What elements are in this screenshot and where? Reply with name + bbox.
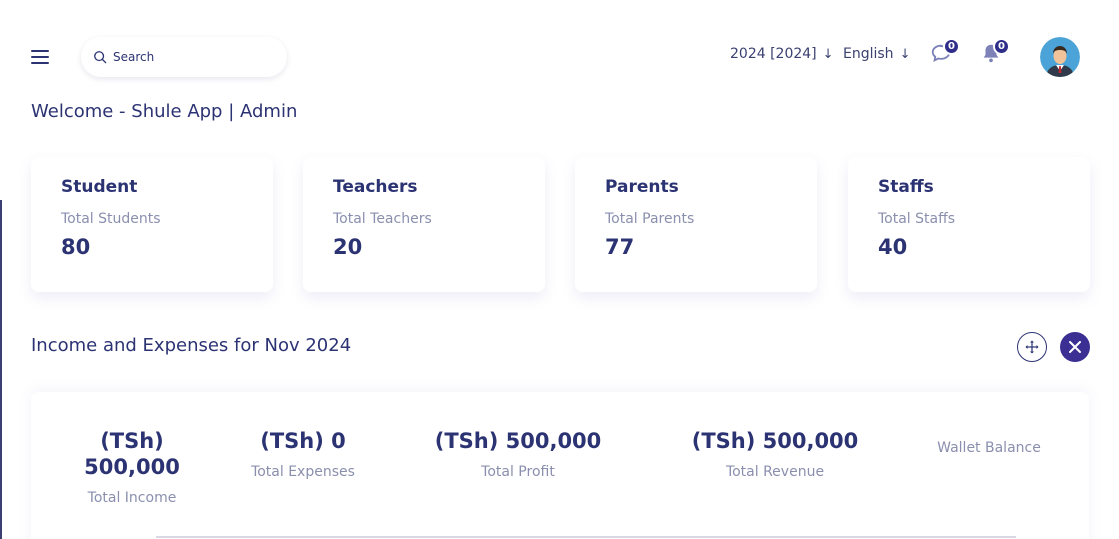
card-subtitle: Total Staffs — [878, 211, 956, 227]
notifications-button[interactable]: 0 — [980, 38, 1010, 66]
income-label: Total Income — [87, 490, 177, 506]
card-value: 77 — [605, 235, 635, 259]
expenses-label: Total Expenses — [251, 464, 355, 480]
messages-count-badge: 0 — [943, 38, 960, 55]
profit-stat: (TSh) 500,000 Total Profit — [428, 428, 608, 480]
revenue-stat: (TSh) 500,000 Total Revenue — [685, 428, 865, 480]
teachers-card: Teachers Total Teachers 20 — [303, 157, 545, 292]
close-icon — [1069, 341, 1081, 353]
card-title: Parents — [605, 177, 679, 197]
card-value: 40 — [878, 235, 908, 259]
section-title: Income and Expenses for Nov 2024 — [31, 335, 352, 356]
year-selector-label: 2024 [2024] — [730, 46, 817, 62]
card-title: Student — [61, 177, 138, 197]
arrow-down-icon: ↓ — [822, 46, 834, 62]
expenses-stat: (TSh) 0 Total Expenses — [233, 428, 373, 480]
profit-label: Total Profit — [481, 464, 555, 480]
wallet-stat: Wallet Balance — [919, 440, 1059, 456]
notifications-count-badge: 0 — [993, 38, 1010, 55]
search-icon — [94, 51, 107, 64]
move-button[interactable] — [1017, 332, 1047, 362]
card-subtitle: Total Parents — [605, 211, 695, 227]
year-selector[interactable]: 2024 [2024] ↓ — [730, 46, 834, 62]
language-selector-label: English — [843, 46, 894, 62]
income-stat: (TSh) 500,000 Total Income — [72, 428, 192, 506]
expenses-amount: (TSh) 0 — [260, 429, 346, 453]
card-title: Teachers — [333, 177, 418, 197]
messages-button[interactable]: 0 — [930, 38, 960, 66]
staffs-card: Staffs Total Staffs 40 — [848, 157, 1090, 292]
search-box[interactable] — [81, 37, 287, 77]
income-amount-line1: (TSh) — [100, 429, 164, 453]
hamburger-menu-icon[interactable] — [31, 50, 49, 65]
arrow-down-icon: ↓ — [899, 46, 911, 62]
close-button[interactable] — [1060, 332, 1090, 362]
card-subtitle: Total Teachers — [333, 211, 432, 227]
revenue-amount: (TSh) 500,000 — [691, 429, 859, 453]
search-input[interactable] — [113, 50, 273, 64]
language-selector[interactable]: English ↓ — [843, 46, 910, 62]
card-title: Staffs — [878, 177, 934, 197]
income-amount-line2: 500,000 — [84, 455, 180, 479]
profit-amount: (TSh) 500,000 — [434, 429, 602, 453]
revenue-label: Total Revenue — [725, 464, 825, 480]
card-value: 80 — [61, 235, 91, 259]
page-title: Welcome - Shule App | Admin — [31, 101, 298, 122]
wallet-label: Wallet Balance — [937, 440, 1041, 456]
card-subtitle: Total Students — [61, 211, 161, 227]
user-avatar[interactable] — [1040, 37, 1080, 77]
card-value: 20 — [333, 235, 363, 259]
move-icon — [1025, 340, 1039, 354]
left-edge — [0, 0, 2, 539]
student-card: Student Total Students 80 — [31, 157, 273, 292]
parents-card: Parents Total Parents 77 — [575, 157, 817, 292]
divider — [156, 536, 1016, 538]
